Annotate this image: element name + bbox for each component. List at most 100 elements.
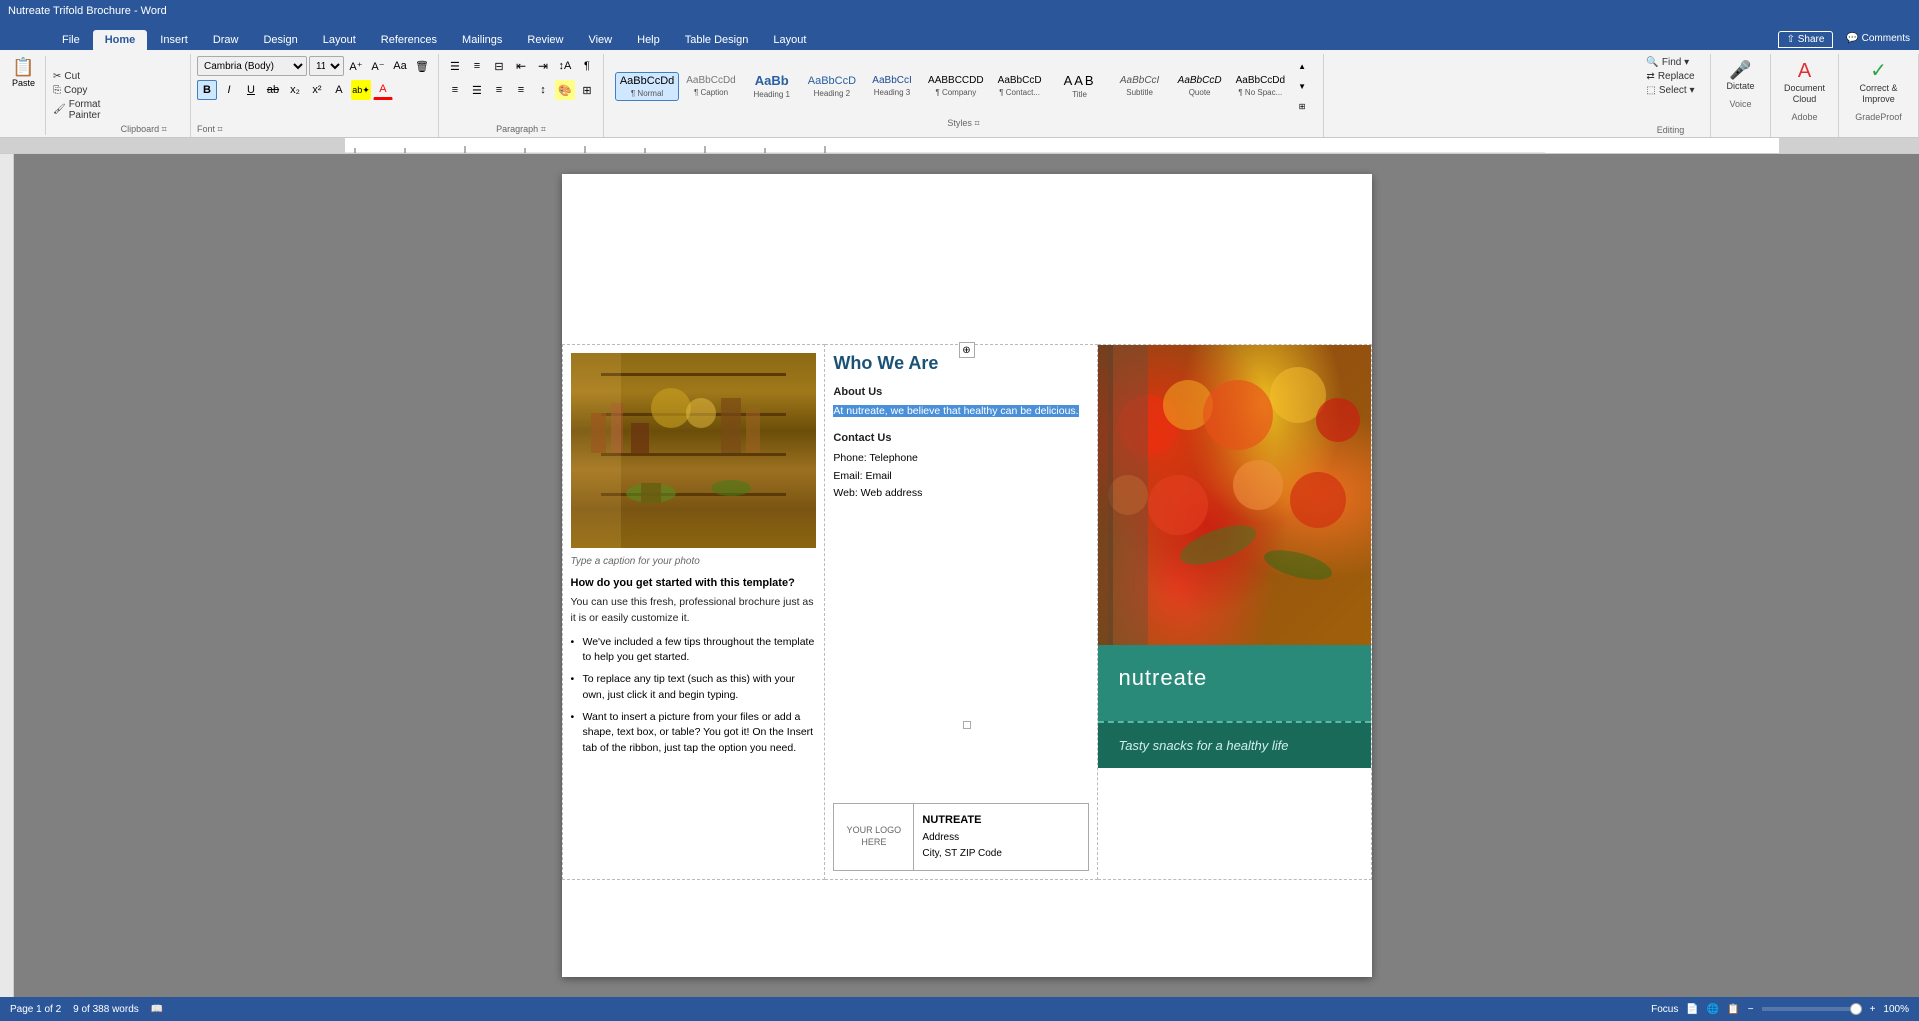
style-nospace[interactable]: AaBbCcDd ¶ No Spac... bbox=[1231, 72, 1290, 100]
styles-scroll-up[interactable]: ▲ bbox=[1292, 56, 1312, 76]
cut-button[interactable]: ✂ Cut bbox=[50, 70, 103, 83]
style-heading1-preview: AaBb bbox=[755, 73, 789, 88]
tab-design[interactable]: Design bbox=[251, 30, 309, 50]
zoom-out-btn[interactable]: − bbox=[1748, 1004, 1754, 1015]
view-outline-icon[interactable]: 📋 bbox=[1727, 1004, 1739, 1015]
shrink-font-btn[interactable]: A⁻ bbox=[368, 56, 388, 76]
style-quote-label: Quote bbox=[1189, 88, 1211, 97]
borders-btn[interactable]: ⊞ bbox=[577, 80, 597, 100]
tab-insert[interactable]: Insert bbox=[148, 30, 200, 50]
company-name: NUTREATE bbox=[922, 812, 1080, 830]
editing-group: 🔍 Find ▾ ⇄ Replace ⬚ Select ▾ Editing bbox=[1631, 54, 1711, 137]
tab-layout[interactable]: Layout bbox=[311, 30, 368, 50]
view-web-icon[interactable]: 🌐 bbox=[1707, 1004, 1719, 1015]
align-right-btn[interactable]: ≡ bbox=[489, 80, 509, 100]
tab-references[interactable]: References bbox=[369, 30, 449, 50]
zoom-slider[interactable] bbox=[1762, 1007, 1862, 1011]
table-move-handle[interactable]: ⊕ bbox=[959, 342, 975, 358]
style-subtitle[interactable]: AaBbCcI Subtitle bbox=[1111, 72, 1169, 100]
replace-btn[interactable]: ⇄ Replace bbox=[1643, 70, 1697, 83]
dictate-btn[interactable]: 🎤 Dictate bbox=[1719, 56, 1761, 97]
clipboard-expand[interactable]: ⌗ bbox=[162, 124, 167, 134]
tab-view[interactable]: View bbox=[576, 30, 624, 50]
gradeproof-label: Correct &Improve bbox=[1859, 83, 1897, 105]
style-company[interactable]: AABBCCDD ¶ Company bbox=[923, 72, 989, 100]
tab-file[interactable]: File bbox=[50, 30, 92, 50]
tab-layout2[interactable]: Layout bbox=[761, 30, 818, 50]
tab-review[interactable]: Review bbox=[515, 30, 575, 50]
tab-home[interactable]: Home bbox=[93, 30, 148, 50]
contact-info: Phone: Telephone Email: Email Web: Web a… bbox=[833, 450, 1089, 504]
paste-button[interactable]: 📋 Paste bbox=[6, 56, 41, 91]
style-heading3[interactable]: AaBbCcI Heading 3 bbox=[863, 72, 921, 100]
superscript-btn[interactable]: x² bbox=[307, 80, 327, 100]
styles-scroll-down[interactable]: ▼ bbox=[1292, 76, 1312, 96]
font-family-select[interactable]: Cambria (Body) bbox=[197, 56, 307, 76]
tab-table-design[interactable]: Table Design bbox=[673, 30, 761, 50]
zoom-in-btn[interactable]: + bbox=[1870, 1004, 1876, 1015]
word-count: 9 of 388 words bbox=[73, 1004, 139, 1015]
status-bar: Page 1 of 2 9 of 388 words 📖 Focus 📄 🌐 📋… bbox=[0, 997, 1919, 1021]
styles-expand-btn[interactable]: ⌗ bbox=[974, 118, 979, 128]
align-left-btn[interactable]: ≡ bbox=[445, 80, 465, 100]
select-label: Select ▾ bbox=[1659, 85, 1695, 96]
numbering-btn[interactable]: ≡ bbox=[467, 56, 487, 76]
grow-font-btn[interactable]: A⁺ bbox=[346, 56, 366, 76]
italic-btn[interactable]: I bbox=[219, 80, 239, 100]
paragraph-group: ☰ ≡ ⊟ ⇤ ⇥ ↕A ¶ ≡ ☰ ≡ ≡ ↕ 🎨 ⊞ Paragraph ⌗ bbox=[439, 54, 604, 137]
format-painter-button[interactable]: 🖌 Format Painter bbox=[50, 98, 103, 122]
bullets-btn[interactable]: ☰ bbox=[445, 56, 465, 76]
font-size-select[interactable]: 11 bbox=[309, 56, 344, 76]
select-btn[interactable]: ⬚ Select ▾ bbox=[1643, 84, 1697, 97]
tab-draw[interactable]: Draw bbox=[201, 30, 251, 50]
copy-button[interactable]: ⎘ Copy bbox=[50, 84, 103, 97]
style-caption[interactable]: AaBbCcDd ¶ Caption bbox=[681, 72, 740, 100]
line-spacing-btn[interactable]: ↕ bbox=[533, 80, 553, 100]
find-btn[interactable]: 🔍 Find ▾ bbox=[1643, 56, 1692, 69]
text-effects-btn[interactable]: A bbox=[329, 80, 349, 100]
font-color-btn[interactable]: A bbox=[373, 80, 393, 100]
style-contact[interactable]: AaBbCcD ¶ Contact... bbox=[991, 72, 1049, 100]
increase-indent-btn[interactable]: ⇥ bbox=[533, 56, 553, 76]
middle-column: Who We Are About Us At nutreate, we beli… bbox=[825, 345, 1098, 880]
view-print-icon[interactable]: 📄 bbox=[1686, 1004, 1698, 1015]
underline-btn[interactable]: U bbox=[241, 80, 261, 100]
comments-btn[interactable]: 💬 Comments bbox=[1838, 31, 1918, 48]
right-ribbon: 🔍 Find ▾ ⇄ Replace ⬚ Select ▾ Editing 🎤 … bbox=[1631, 54, 1919, 137]
subscript-btn[interactable]: x₂ bbox=[285, 80, 305, 100]
paragraph-expand[interactable]: ⌗ bbox=[541, 124, 546, 134]
adobe-btn[interactable]: A DocumentCloud bbox=[1777, 56, 1832, 110]
decrease-indent-btn[interactable]: ⇤ bbox=[511, 56, 531, 76]
adobe-group-label: Adobe bbox=[1791, 112, 1817, 122]
multilevel-btn[interactable]: ⊟ bbox=[489, 56, 509, 76]
tab-mailings[interactable]: Mailings bbox=[450, 30, 514, 50]
tab-help[interactable]: Help bbox=[625, 30, 672, 50]
sort-btn[interactable]: ↕A bbox=[555, 56, 575, 76]
font-expand[interactable]: ⌗ bbox=[217, 124, 222, 134]
text-highlight-btn[interactable]: ab✦ bbox=[351, 80, 371, 100]
show-hide-btn[interactable]: ¶ bbox=[577, 56, 597, 76]
focus-btn[interactable]: Focus bbox=[1651, 1004, 1678, 1015]
style-quote[interactable]: AaBbCcD Quote bbox=[1171, 72, 1229, 100]
style-normal[interactable]: AaBbCcDd ¶ Normal bbox=[615, 72, 679, 101]
ruler bbox=[0, 138, 1919, 154]
page-container[interactable]: ⊕ bbox=[14, 154, 1919, 997]
style-title[interactable]: AAB Title bbox=[1051, 70, 1109, 102]
style-heading2[interactable]: AaBbCcD Heading 2 bbox=[803, 72, 861, 101]
editing-group-label: Editing bbox=[1657, 125, 1685, 135]
change-case-btn[interactable]: Aa bbox=[390, 56, 410, 76]
phone-info: Phone: Telephone bbox=[833, 450, 1089, 468]
share-btn[interactable]: ⇧ Share bbox=[1778, 31, 1834, 48]
style-heading1[interactable]: AaBb Heading 1 bbox=[743, 70, 801, 102]
justify-btn[interactable]: ≡ bbox=[511, 80, 531, 100]
shading-btn[interactable]: 🎨 bbox=[555, 80, 575, 100]
styles-group: AaBbCcDd ¶ Normal AaBbCcDd ¶ Caption AaB… bbox=[604, 54, 1324, 137]
align-center-btn[interactable]: ☰ bbox=[467, 80, 487, 100]
bold-btn[interactable]: B bbox=[197, 80, 217, 100]
gradeproof-btn[interactable]: ✓ Correct &Improve bbox=[1852, 56, 1904, 110]
table-resize-handle[interactable] bbox=[963, 721, 971, 729]
adobe-icon: A bbox=[1798, 61, 1811, 81]
styles-expand[interactable]: ⊞ bbox=[1292, 96, 1312, 116]
strikethrough-btn[interactable]: ab bbox=[263, 80, 283, 100]
clear-formatting-btn[interactable]: 🗑 bbox=[412, 56, 432, 76]
